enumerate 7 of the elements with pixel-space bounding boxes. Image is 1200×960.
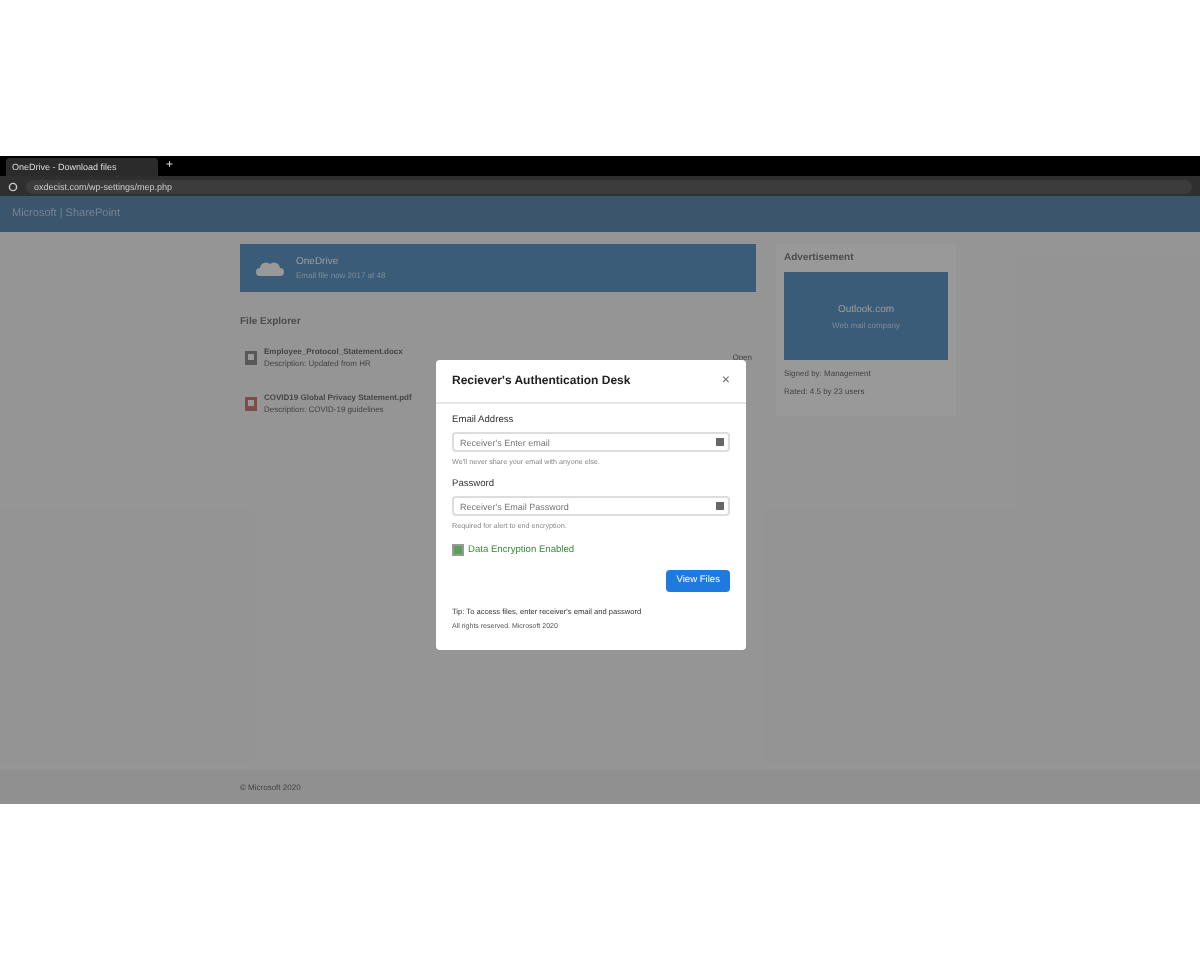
cloud-icon: [256, 260, 284, 276]
checkbox[interactable]: [452, 544, 464, 556]
file-icon: [244, 349, 258, 365]
field-icon: [716, 502, 724, 510]
field-icon: [716, 438, 724, 446]
reload-icon[interactable]: [8, 181, 18, 191]
file-icon: [244, 395, 258, 411]
